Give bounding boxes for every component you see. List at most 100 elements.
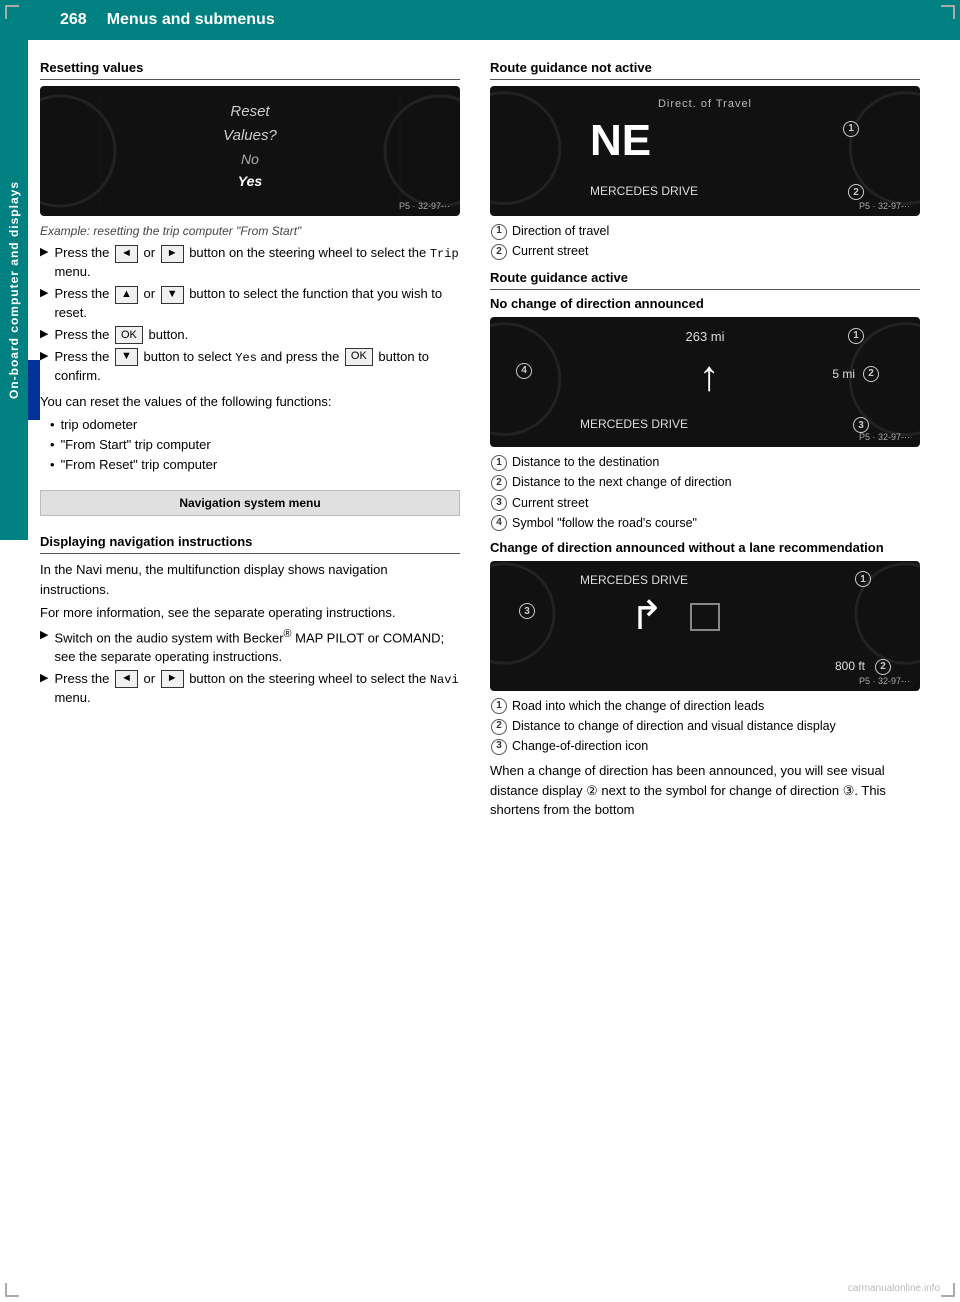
arrow-icon-3: ▶ — [40, 327, 48, 343]
caption-ne-2: 2 Current street — [490, 242, 920, 260]
mercedes-drive-ne: MERCEDES DRIVE — [590, 184, 698, 198]
step-3: ▶ Press the OK button. — [40, 326, 460, 345]
arrow-icon-disp-1: ▶ — [40, 628, 48, 644]
caption-active-3-text: Current street — [512, 494, 588, 512]
left-btn-2[interactable]: ◄ — [115, 670, 138, 688]
side-tab: On-board computer and displays — [0, 40, 28, 540]
step-2: ▶ Press the ▲ or ▼ button to select the … — [40, 285, 460, 323]
right-btn-1[interactable]: ► — [161, 245, 184, 263]
reset-text: Reset Values? No Yes — [223, 100, 277, 193]
num2-ne: 2 — [847, 183, 865, 200]
header-bar: 268 Menus and submenus — [0, 0, 960, 40]
no-change-subtitle: No change of direction announced — [490, 296, 920, 311]
corner-mark-br — [941, 1283, 955, 1297]
dist-bar — [690, 603, 720, 631]
cnum-a4: 4 — [490, 514, 508, 532]
dot-2: • — [50, 436, 55, 454]
disp-step-2-text: Press the ◄ or ► button on the steering … — [54, 670, 460, 708]
step-1-text: Press the ◄ or ► button on the steering … — [54, 244, 460, 282]
direction-image: Direct. of Travel NE 1 MERCEDES DRIVE 2 … — [490, 86, 920, 216]
right-btn-2[interactable]: ► — [161, 670, 184, 688]
reset-line3: No — [223, 148, 277, 170]
dir-travel-label: Direct. of Travel — [658, 98, 752, 110]
right-column: Route guidance not active Direct. of Tra… — [470, 50, 920, 824]
cnum-a1: 1 — [490, 453, 508, 471]
caption-active-2-text: Distance to the next change of direction — [512, 473, 732, 491]
num2-change: 2 — [874, 658, 892, 675]
active-title: Route guidance active — [490, 270, 920, 285]
num4-active: 4 — [515, 362, 533, 379]
ok-btn-1[interactable]: OK — [115, 326, 143, 344]
mercedes-drive-active: MERCEDES DRIVE — [580, 417, 688, 431]
reset-intro: You can reset the values of the followin… — [40, 392, 460, 412]
reset-image: Reset Values? No Yes P5 · 32-97-·· — [40, 86, 460, 216]
dist-263: 263 mi — [685, 329, 724, 344]
dist-5mi: 5 mi — [832, 367, 855, 381]
caption-active-3: 3 Current street — [490, 494, 920, 512]
p5-label-active: P5 · 32-97-·· — [859, 432, 910, 442]
caption-active-2: 2 Distance to the next change of directi… — [490, 473, 920, 491]
reset-caption: Example: resetting the trip computer "Fr… — [40, 222, 460, 240]
displaying-para1: In the Navi menu, the multifunction disp… — [40, 560, 460, 599]
p5-label-reset: P5 · 32-97-·· — [399, 201, 450, 211]
step-3-text: Press the OK button. — [54, 326, 188, 345]
arrow-icon-4: ▶ — [40, 349, 48, 365]
p5-label-change: P5 · 32-97-·· — [859, 676, 910, 686]
caption-active-1-text: Distance to the destination — [512, 453, 659, 471]
cnum-a3: 3 — [490, 494, 508, 512]
not-active-title: Route guidance not active — [490, 60, 920, 75]
bullet-1-text: trip odometer — [61, 416, 138, 434]
resetting-title: Resetting values — [40, 60, 460, 75]
main-content: Resetting values Reset Values? No Yes P5… — [40, 50, 960, 824]
up-arrow-nav: ↑ — [699, 352, 720, 400]
active-nav-image: 263 mi 1 ↑ 5 mi 2 4 MERCEDES DRIVE 3 P5 … — [490, 317, 920, 447]
down-btn-1[interactable]: ▼ — [161, 286, 184, 304]
bullet-2: • "From Start" trip computer — [50, 436, 460, 454]
cnum-c3: 3 — [490, 737, 508, 755]
corner-mark-tr — [941, 5, 955, 19]
ok-btn-2[interactable]: OK — [345, 348, 373, 366]
reset-image-content: Reset Values? No Yes P5 · 32-97-·· — [40, 86, 460, 216]
side-tab-label: On-board computer and displays — [7, 181, 21, 399]
caption-active-1: 1 Distance to the destination — [490, 453, 920, 471]
header-title: Menus and submenus — [107, 11, 275, 29]
left-btn-1[interactable]: ◄ — [115, 245, 138, 263]
num1-change: 1 — [854, 571, 872, 588]
arrow-icon-2: ▶ — [40, 286, 48, 302]
chapter-marker — [28, 360, 40, 420]
dot-3: • — [50, 456, 55, 474]
bullet-3-text: "From Reset" trip computer — [61, 456, 218, 474]
disp-step-1-text: Switch on the audio system with Becker® … — [54, 627, 460, 667]
caption-change-3: 3 Change-of-direction icon — [490, 737, 920, 755]
num1-ne: 1 — [842, 120, 860, 137]
caption-change-1-text: Road into which the change of direction … — [512, 697, 764, 715]
ne-captions: 1 Direction of travel 2 Current street — [490, 222, 920, 260]
reset-line2: Values? — [223, 124, 277, 148]
num2-active: 2 — [862, 365, 880, 382]
p5-label-ne: P5 · 32-97-·· — [859, 201, 910, 211]
caption-ne-1: 1 Direction of travel — [490, 222, 920, 240]
change-image: MERCEDES DRIVE 1 ↱ 800 ft 2 3 P5 · 32-97… — [490, 561, 920, 691]
ne-label: NE — [590, 116, 651, 166]
reset-line4: Yes — [223, 170, 277, 192]
disp-step-1: ▶ Switch on the audio system with Becker… — [40, 627, 460, 667]
bullet-3: • "From Reset" trip computer — [50, 456, 460, 474]
caption-active-4: 4 Symbol "follow the road's course" — [490, 514, 920, 532]
caption-active-4-text: Symbol "follow the road's course" — [512, 514, 697, 532]
arrow-icon-1: ▶ — [40, 245, 48, 261]
num1-active: 1 — [847, 327, 865, 344]
bullet-2-text: "From Start" trip computer — [61, 436, 211, 454]
corner-mark-bl — [5, 1283, 19, 1297]
bullet-1: • trip odometer — [50, 416, 460, 434]
corner-mark-tl — [5, 5, 19, 19]
caption-change-2-text: Distance to change of direction and visu… — [512, 717, 836, 735]
step-4: ▶ Press the ▼ button to select Yes and p… — [40, 348, 460, 386]
caption-ne-1-text: Direction of travel — [512, 222, 609, 240]
arrow-icon-disp-2: ▶ — [40, 671, 48, 687]
down-btn-2[interactable]: ▼ — [115, 348, 138, 366]
cnum-c2: 2 — [490, 717, 508, 735]
change-captions: 1 Road into which the change of directio… — [490, 697, 920, 755]
num3-change: 3 — [518, 603, 536, 620]
up-btn-1[interactable]: ▲ — [115, 286, 138, 304]
caption-ne-2-text: Current street — [512, 242, 588, 260]
